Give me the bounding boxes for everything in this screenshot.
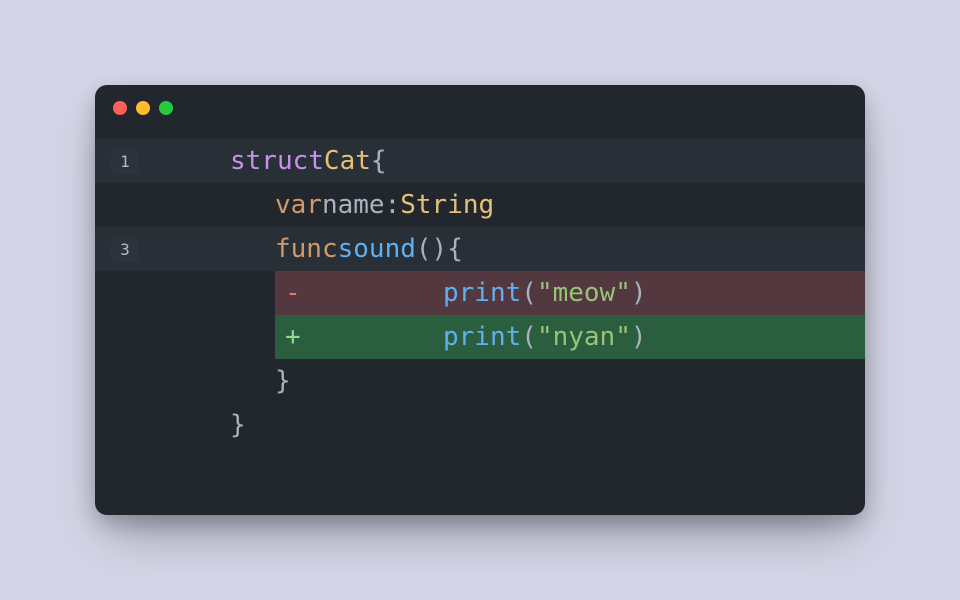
function-token: sound <box>338 234 416 264</box>
punct-token: () <box>416 234 447 264</box>
code-content: struct Cat { <box>155 139 865 183</box>
diff-minus-icon: - <box>275 271 395 315</box>
string-token: "nyan" <box>537 322 631 352</box>
string-token: "meow" <box>537 278 631 308</box>
code-editor[interactable]: 1 struct Cat { var name: String 3 func s… <box>95 131 865 447</box>
code-content: var name: String <box>155 183 865 227</box>
punct-token: } <box>275 366 291 396</box>
code-line[interactable]: } <box>95 359 865 403</box>
editor-window: 1 struct Cat { var name: String 3 func s… <box>95 85 865 515</box>
keyword-token: struct <box>230 146 324 176</box>
gutter: 1 <box>95 149 155 174</box>
punct-token: ( <box>521 278 537 308</box>
type-token: String <box>400 190 494 220</box>
punct-token: ) <box>631 278 647 308</box>
code-line[interactable]: var name: String <box>95 183 865 227</box>
code-line[interactable]: 1 struct Cat { <box>95 139 865 183</box>
zoom-icon[interactable] <box>159 101 173 115</box>
code-content: } <box>155 359 865 403</box>
identifier-token: name <box>322 190 385 220</box>
code-content: print("nyan") <box>395 315 865 359</box>
punct-token: { <box>447 234 463 264</box>
function-token: print <box>443 278 521 308</box>
punct-token: ) <box>631 322 647 352</box>
type-token: Cat <box>324 146 371 176</box>
gutter: 3 <box>95 237 155 262</box>
function-token: print <box>443 322 521 352</box>
code-content: } <box>155 403 865 447</box>
window-titlebar <box>95 85 865 131</box>
code-line-removed[interactable]: - print("meow") <box>95 271 865 315</box>
keyword-token: var <box>275 190 322 220</box>
line-number: 3 <box>111 237 139 262</box>
punct-token: : <box>385 190 401 220</box>
punct-token: { <box>371 146 387 176</box>
code-content: print("meow") <box>395 271 865 315</box>
close-icon[interactable] <box>113 101 127 115</box>
diff-plus-icon: + <box>275 315 395 359</box>
keyword-token: func <box>275 234 338 264</box>
punct-token: ( <box>521 322 537 352</box>
line-number: 1 <box>111 149 139 174</box>
code-line[interactable]: 3 func sound() { <box>95 227 865 271</box>
code-line[interactable]: } <box>95 403 865 447</box>
code-content: func sound() { <box>155 227 865 271</box>
minimize-icon[interactable] <box>136 101 150 115</box>
punct-token: } <box>230 410 246 440</box>
code-line-added[interactable]: + print("nyan") <box>95 315 865 359</box>
